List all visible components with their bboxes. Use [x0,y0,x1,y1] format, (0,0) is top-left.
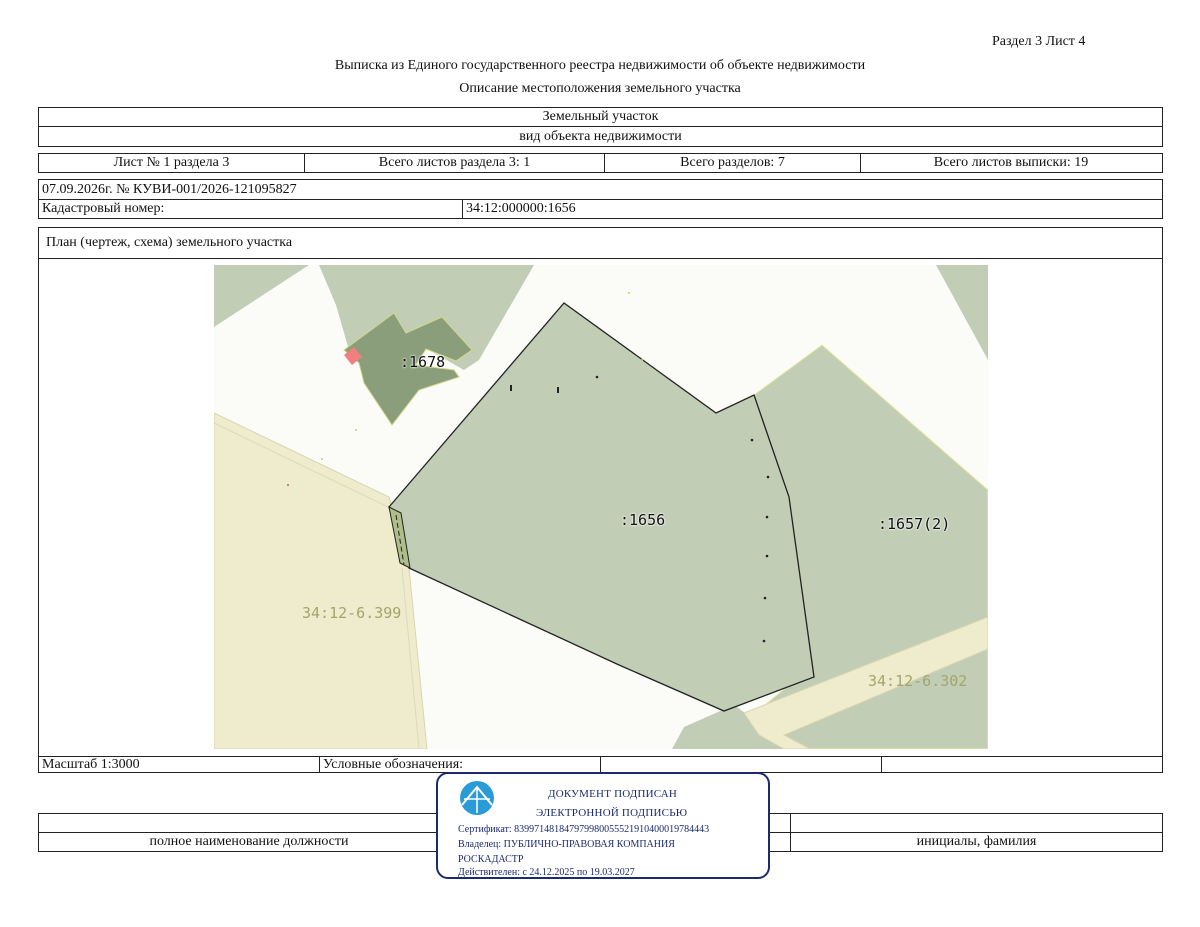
total-sheets-extract: Всего листов выписки: 19 [933,155,1089,170]
stamp-certificate: Сертификат: 8399714818479799800555219104… [458,824,710,835]
label-parcel-1656: :1656 [620,511,666,529]
stamp-owner-org: РОСКАДАСТР [458,854,524,865]
cadastral-value: 34:12:000000:1656 [466,201,576,216]
object-type: Земельный участок [542,109,659,124]
legend-label: Условные обозначения: [323,756,464,772]
label-zone-399: 34:12-6.399 [302,604,402,622]
document-title: Выписка из Единого государственного реес… [334,58,866,73]
stamp-owner: Владелец: ПУБЛИЧНО-ПРАВОВАЯ КОМПАНИЯ [458,839,675,850]
extract-date-number: 07.09.2026г. № КУВИ-001/2026-121095827 [42,181,297,197]
label-parcel-1657: :1657(2) [878,515,951,533]
object-kind-label: вид объекта недвижимости [519,128,682,144]
label-parcel-1678: :1678 [400,353,446,371]
stamp-line2: ЭЛЕКТРОННОЙ ПОДПИСЬЮ [536,807,688,819]
object-type-table: Земельный участок вид объекта недвижимос… [38,107,1163,147]
sheet-number: Лист № 1 раздела 3 [113,155,230,170]
plan-title: План (чертеж, схема) земельного участка [46,235,293,250]
sheets-table: Лист № 1 раздела 3 Всего листов раздела … [38,153,1163,173]
total-sheets-section: Всего листов раздела 3: 1 [378,155,531,170]
label-zone-302: 34:12-6.302 [868,672,968,690]
record-table: 07.09.2026г. № КУВИ-001/2026-121095827 К… [38,179,1163,219]
electronic-signature-stamp: ДОКУМЕНТ ПОДПИСАН ЭЛЕКТРОННОЙ ПОДПИСЬЮ С… [436,772,770,879]
section-sheet-number: Раздел 3 Лист 4 [992,34,1086,49]
stamp-validity: Действителен: с 24.12.2025 по 19.03.2027 [458,867,635,878]
position-label: полное наименование должности [149,834,349,849]
scale-label: Масштаб 1:3000 [42,756,140,772]
total-sections: Всего разделов: 7 [680,155,785,170]
cadastral-label: Кадастровый номер: [42,201,165,216]
document-subtitle: Описание местоположения земельного участ… [459,81,741,96]
stamp-line1: ДОКУМЕНТ ПОДПИСАН [548,788,678,800]
name-label: инициалы, фамилия [916,834,1037,849]
roskadastr-logo-icon [460,781,494,815]
